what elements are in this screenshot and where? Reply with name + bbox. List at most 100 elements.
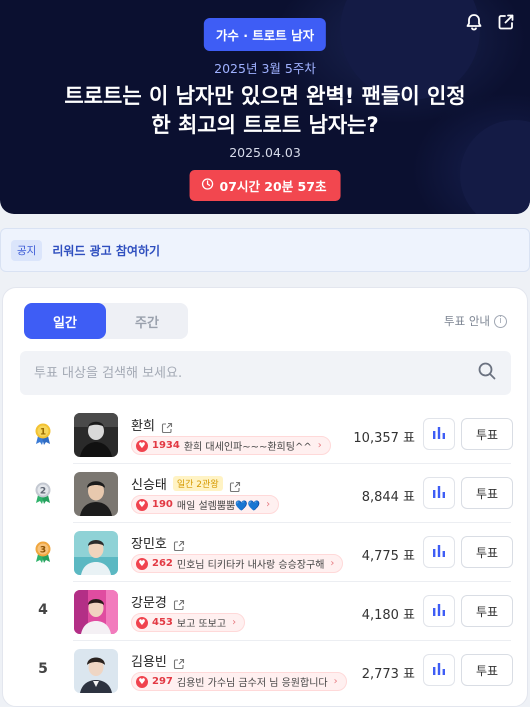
rank-number: 5 [38, 661, 48, 677]
divider [73, 581, 511, 582]
period-tabs: 일간 주간 [24, 303, 188, 339]
heart-icon: ♥ [136, 439, 148, 452]
heart-icon: ♥ [136, 675, 148, 688]
cheer-count: 297 [152, 676, 173, 687]
notice-tag: 공지 [11, 239, 43, 261]
search-bar [20, 351, 511, 395]
external-link-icon[interactable] [173, 537, 185, 551]
countdown-value: 07시간 20분 57초 [219, 179, 327, 194]
stats-button[interactable] [423, 536, 455, 568]
stats-button[interactable] [423, 418, 455, 450]
avatar[interactable] [74, 649, 118, 693]
bar-chart-icon [432, 425, 446, 444]
chevron-right-icon: › [266, 499, 271, 510]
notice-text[interactable]: 리워드 광고 참여하기 [52, 242, 160, 259]
share-icon[interactable] [496, 12, 516, 32]
heart-icon: ♥ [136, 616, 148, 629]
cheer-count: 453 [152, 617, 173, 628]
clock-icon [201, 178, 214, 193]
external-link-icon[interactable] [229, 478, 241, 492]
heart-icon: ♥ [136, 498, 148, 511]
heart-icon: ♥ [136, 557, 148, 570]
vote-count: 4,775 표 [361, 549, 415, 564]
vote-button[interactable]: 투표 [461, 477, 513, 509]
table-row: 3 장민호 ♥ 262 민호님 티키타카 내사랑 승승장구해 › 4,775 표… [3, 524, 529, 582]
cheer-text: 환희 대세인파~~~환희팅^^ [183, 442, 312, 453]
vote-button[interactable]: 투표 [461, 418, 513, 450]
name-line: 환희 [131, 415, 173, 434]
rank-number: 2 [40, 486, 46, 496]
candidate-name[interactable]: 김용빈 [131, 651, 167, 670]
vote-count: 4,180 표 [361, 608, 415, 623]
avatar[interactable] [74, 413, 118, 457]
cheer-message[interactable]: ♥ 190 매일 설렘뿜뿜💙💙 › [131, 495, 280, 514]
vote-count: 8,844 표 [361, 490, 415, 505]
bar-chart-icon [432, 602, 446, 621]
divider [73, 640, 511, 641]
name-line: 신승태 일간 2관왕 [131, 474, 241, 493]
poll-title: 트로트는 이 남자만 있으면 완벽! 팬들이 인정 한 최고의 트로트 남자는? [30, 82, 500, 140]
vote-button[interactable]: 투표 [461, 654, 513, 686]
vote-button[interactable]: 투표 [461, 536, 513, 568]
cheer-message[interactable]: ♥ 262 민호님 티키타카 내사랑 승승장구해 › [131, 554, 344, 573]
hero-actions [464, 12, 516, 32]
cheer-text: 민호님 티키타카 내사랑 승승장구해 [176, 560, 325, 571]
category-badge: 가수 · 트로트 남자 [203, 18, 327, 51]
info-icon: i [494, 314, 507, 328]
bar-chart-icon [432, 543, 446, 562]
stats-button[interactable] [423, 654, 455, 686]
candidate-name[interactable]: 장민호 [131, 533, 167, 552]
avatar[interactable] [74, 472, 118, 516]
candidate-name[interactable]: 강문경 [131, 592, 167, 611]
vote-count: 2,773 표 [361, 667, 415, 682]
vote-count: 10,357 표 [353, 431, 415, 446]
hero-banner: 가수 · 트로트 남자 2025년 3월 5주차 트로트는 이 남자만 있으면 … [0, 0, 530, 214]
vote-guide-link[interactable]: 투표 안내 i [444, 313, 507, 329]
cheer-count: 1934 [152, 440, 180, 451]
table-row: 2 신승태 일간 2관왕 ♥ 190 매일 설렘뿜뿜💙💙 › 8,844 표 투… [3, 465, 529, 523]
external-link-icon[interactable] [161, 419, 173, 433]
avatar[interactable] [74, 531, 118, 575]
candidate-name[interactable]: 신승태 [131, 474, 167, 493]
divider [73, 522, 511, 523]
tab-weekly[interactable]: 주간 [106, 303, 188, 339]
stats-button[interactable] [423, 477, 455, 509]
search-input[interactable] [34, 365, 477, 381]
name-line: 장민호 [131, 533, 185, 552]
rank-number: 1 [40, 427, 46, 437]
silver-medal-icon: 2 [34, 481, 52, 505]
cheer-count: 190 [152, 499, 173, 510]
stats-button[interactable] [423, 595, 455, 627]
cheer-message[interactable]: ♥ 1934 환희 대세인파~~~환희팅^^ › [131, 436, 331, 455]
chevron-right-icon: › [333, 676, 338, 687]
rank-number: 4 [38, 602, 48, 618]
external-link-icon[interactable] [173, 596, 185, 610]
search-icon[interactable] [477, 361, 497, 385]
candidate-name[interactable]: 환희 [131, 415, 155, 434]
bell-icon[interactable] [464, 12, 484, 32]
table-row: 1 환희 ♥ 1934 환희 대세인파~~~환희팅^^ › 10,357 표 투… [3, 406, 529, 464]
vote-guide-label: 투표 안내 [444, 314, 490, 328]
chevron-right-icon: › [317, 440, 322, 451]
external-link-icon[interactable] [173, 655, 185, 669]
vote-button[interactable]: 투표 [461, 595, 513, 627]
bar-chart-icon [432, 484, 446, 503]
notice-bar[interactable]: 공지 리워드 광고 참여하기 [0, 228, 530, 272]
poll-title-line: 트로트는 이 남자만 있으면 완벽! 팬들이 인정 [64, 84, 466, 108]
cheer-text: 김용빈 가수님 금수저 님 응원합니다 [176, 678, 328, 689]
rank-number: 3 [40, 545, 46, 555]
tab-daily[interactable]: 일간 [24, 303, 106, 339]
countdown-timer: 07시간 20분 57초 [189, 170, 341, 201]
table-row: 4 강문경 ♥ 453 보고 또보고 › 4,180 표 투표 [3, 583, 529, 641]
bar-chart-icon [432, 661, 446, 680]
cheer-message[interactable]: ♥ 453 보고 또보고 › [131, 613, 246, 632]
table-row: 5 김용빈 ♥ 297 김용빈 가수님 금수저 님 응원합니다 › 2,773 … [3, 642, 529, 700]
poll-title-line: 한 최고의 트로트 남자는? [151, 113, 379, 137]
cheer-text: 매일 설렘뿜뿜💙💙 [176, 501, 261, 512]
avatar[interactable] [74, 590, 118, 634]
gold-medal-icon: 1 [34, 422, 52, 446]
bronze-medal-icon: 3 [34, 540, 52, 564]
chevron-right-icon: › [232, 617, 237, 628]
cheer-message[interactable]: ♥ 297 김용빈 가수님 금수저 님 응원합니다 › [131, 672, 347, 691]
cheer-text: 보고 또보고 [176, 619, 227, 630]
